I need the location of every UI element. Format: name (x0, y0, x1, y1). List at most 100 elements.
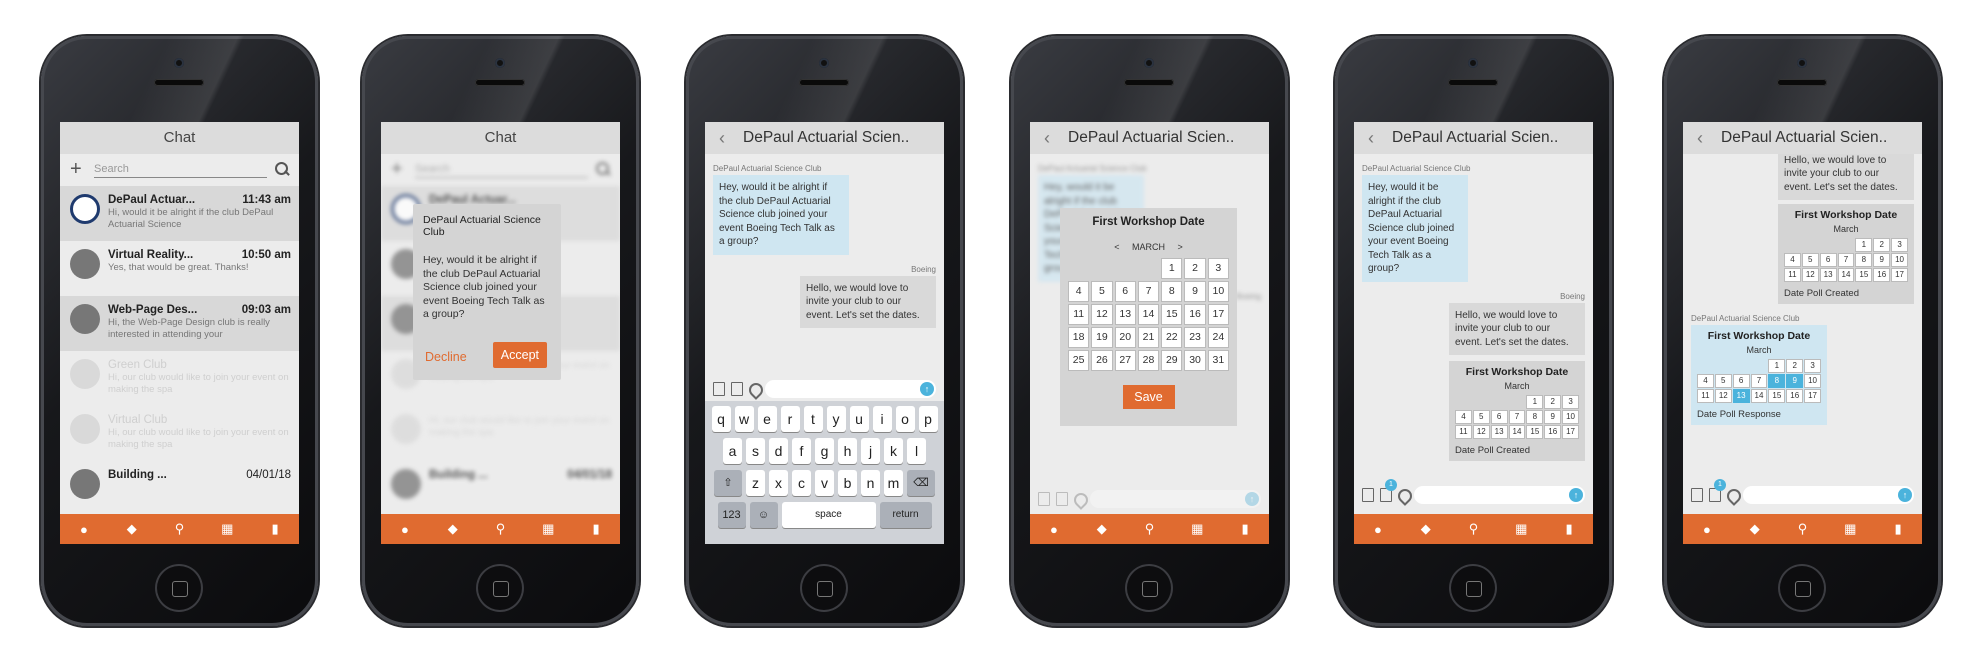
calendar-day[interactable]: 30 (1184, 350, 1206, 371)
key[interactable]: s (746, 438, 765, 464)
key[interactable]: x (769, 470, 788, 496)
chat-bubble-icon[interactable]: ◆ (443, 521, 463, 537)
list-item[interactable]: Web-Page Des... Hi, the Web-Page Design … (60, 296, 299, 351)
calendar-day[interactable]: 17 (1891, 268, 1908, 282)
calendar-day[interactable]: 2 (1544, 395, 1562, 409)
key[interactable]: m (884, 470, 903, 496)
calendar-grid-icon[interactable]: ▦ (1187, 521, 1207, 537)
location-pin-icon[interactable] (1727, 489, 1737, 501)
calendar-day[interactable]: 16 (1873, 268, 1891, 282)
chat-bubble-icon[interactable]: ◆ (122, 521, 142, 537)
send-arrow-icon[interactable]: ↑ (1569, 488, 1583, 502)
calendar-day[interactable]: 12 (1472, 425, 1490, 439)
calendar-grid-icon[interactable]: ▦ (538, 521, 558, 537)
back-chevron-icon[interactable]: ‹ (1697, 122, 1703, 154)
key[interactable]: l (907, 438, 926, 464)
chat-bubble-icon[interactable]: ◆ (1092, 521, 1112, 537)
calendar-day[interactable]: 18 (1068, 327, 1090, 348)
calendar-day[interactable]: 9 (1873, 253, 1891, 267)
bookmark-icon[interactable]: ▮ (265, 521, 285, 537)
bookmark-icon[interactable]: ▮ (1559, 521, 1579, 537)
backspace-key[interactable]: ⌫ (907, 470, 935, 496)
calendar-grid-icon[interactable]: ▦ (217, 521, 237, 537)
message-input[interactable]: ↑ (1743, 486, 1914, 504)
key[interactable]: u (849, 406, 869, 432)
key[interactable]: p (918, 406, 938, 432)
calendar-day[interactable]: 3 (1804, 359, 1821, 373)
calendar-icon[interactable]: 1 (1709, 479, 1726, 502)
calendar-day[interactable]: 4 (1784, 253, 1801, 267)
calendar-day[interactable]: 28 (1137, 350, 1160, 371)
key[interactable]: f (792, 438, 811, 464)
search-icon[interactable]: ⚲ (169, 521, 189, 537)
send-arrow-icon[interactable]: ↑ (1898, 488, 1912, 502)
calendar-day[interactable]: 5 (1714, 374, 1732, 388)
key[interactable]: d (769, 438, 788, 464)
key[interactable]: k (884, 438, 903, 464)
calendar-day[interactable]: 2 (1184, 258, 1206, 279)
person-icon[interactable]: ● (1697, 522, 1717, 537)
calendar-day[interactable]: 27 (1114, 350, 1136, 371)
calendar-day[interactable]: 9 (1544, 410, 1562, 424)
key[interactable]: y (826, 406, 846, 432)
calendar-day[interactable]: 11 (1697, 389, 1714, 403)
key[interactable]: c (792, 470, 811, 496)
calendar-day[interactable]: 11 (1068, 304, 1090, 325)
calendar-day[interactable]: 2 (1786, 359, 1804, 373)
calendar-day[interactable]: 3 (1562, 395, 1579, 409)
calendar-day[interactable]: 15 (1855, 268, 1873, 282)
key[interactable]: i (872, 406, 892, 432)
calendar-day[interactable]: 5 (1472, 410, 1490, 424)
location-pin-icon[interactable] (749, 383, 759, 395)
date-poll-card[interactable]: First Workshop Date March 1 2 3 4 5 6 7 8 9 10 11 1… (1449, 361, 1585, 461)
message-input[interactable]: ↑ (765, 380, 936, 398)
calendar-day[interactable]: 3 (1207, 258, 1229, 279)
search-icon[interactable]: ⚲ (1139, 521, 1159, 537)
shift-key[interactable]: ⇧ (714, 470, 742, 496)
calendar-day[interactable]: 16 (1786, 389, 1804, 403)
space-key[interactable]: space (781, 502, 876, 528)
list-item[interactable]: Virtual Reality... Yes, that would be gr… (60, 241, 299, 296)
calendar-day[interactable]: 13 (1490, 425, 1508, 439)
home-button[interactable] (1449, 564, 1497, 612)
chat-bubble-icon[interactable]: ◆ (1416, 521, 1436, 537)
key[interactable]: o (895, 406, 915, 432)
key[interactable]: t (803, 406, 823, 432)
calendar-day[interactable]: 6 (1819, 253, 1837, 267)
calendar-day[interactable]: 8 (1161, 281, 1183, 302)
calendar-day[interactable]: 9 (1786, 374, 1804, 388)
home-button[interactable] (476, 564, 524, 612)
calendar-day[interactable]: 11 (1455, 425, 1472, 439)
next-month-chevron-icon[interactable]: > (1178, 242, 1183, 252)
calendar-day[interactable]: 31 (1207, 350, 1229, 371)
search-icon[interactable] (275, 162, 289, 176)
back-chevron-icon[interactable]: ‹ (1368, 122, 1374, 154)
calendar-icon[interactable]: 1 (1380, 479, 1397, 502)
calendar-day[interactable]: 12 (1714, 389, 1732, 403)
calendar-day[interactable]: 15 (1526, 425, 1544, 439)
search-input[interactable]: Search (94, 160, 267, 178)
home-button[interactable] (1778, 564, 1826, 612)
calendar-day[interactable]: 6 (1490, 410, 1508, 424)
key[interactable]: a (723, 438, 742, 464)
calendar-day[interactable]: 16 (1184, 304, 1206, 325)
search-icon[interactable]: ⚲ (490, 521, 510, 537)
poll-response-card[interactable]: First Workshop Date March 1 2 3 4 5 6 7 8 9 10 11 1… (1691, 325, 1827, 425)
key[interactable]: g (815, 438, 834, 464)
calendar-day[interactable]: 8 (1526, 410, 1544, 424)
document-icon[interactable] (713, 382, 725, 396)
save-button[interactable]: Save (1122, 385, 1175, 409)
calendar-day[interactable]: 8 (1768, 374, 1786, 388)
key[interactable]: b (838, 470, 857, 496)
key[interactable]: e (757, 406, 777, 432)
calendar-day[interactable]: 19 (1091, 327, 1113, 348)
back-chevron-icon[interactable]: ‹ (1044, 122, 1050, 154)
calendar-day[interactable]: 1 (1855, 238, 1873, 252)
key[interactable]: r (780, 406, 800, 432)
bookmark-icon[interactable]: ▮ (1888, 521, 1908, 537)
calendar-day[interactable]: 17 (1562, 425, 1579, 439)
calendar-day[interactable]: 6 (1732, 374, 1750, 388)
person-icon[interactable]: ● (1368, 522, 1388, 537)
person-icon[interactable]: ● (1044, 522, 1064, 537)
list-item[interactable]: Virtual Club Hi, our club would like to … (60, 406, 299, 461)
